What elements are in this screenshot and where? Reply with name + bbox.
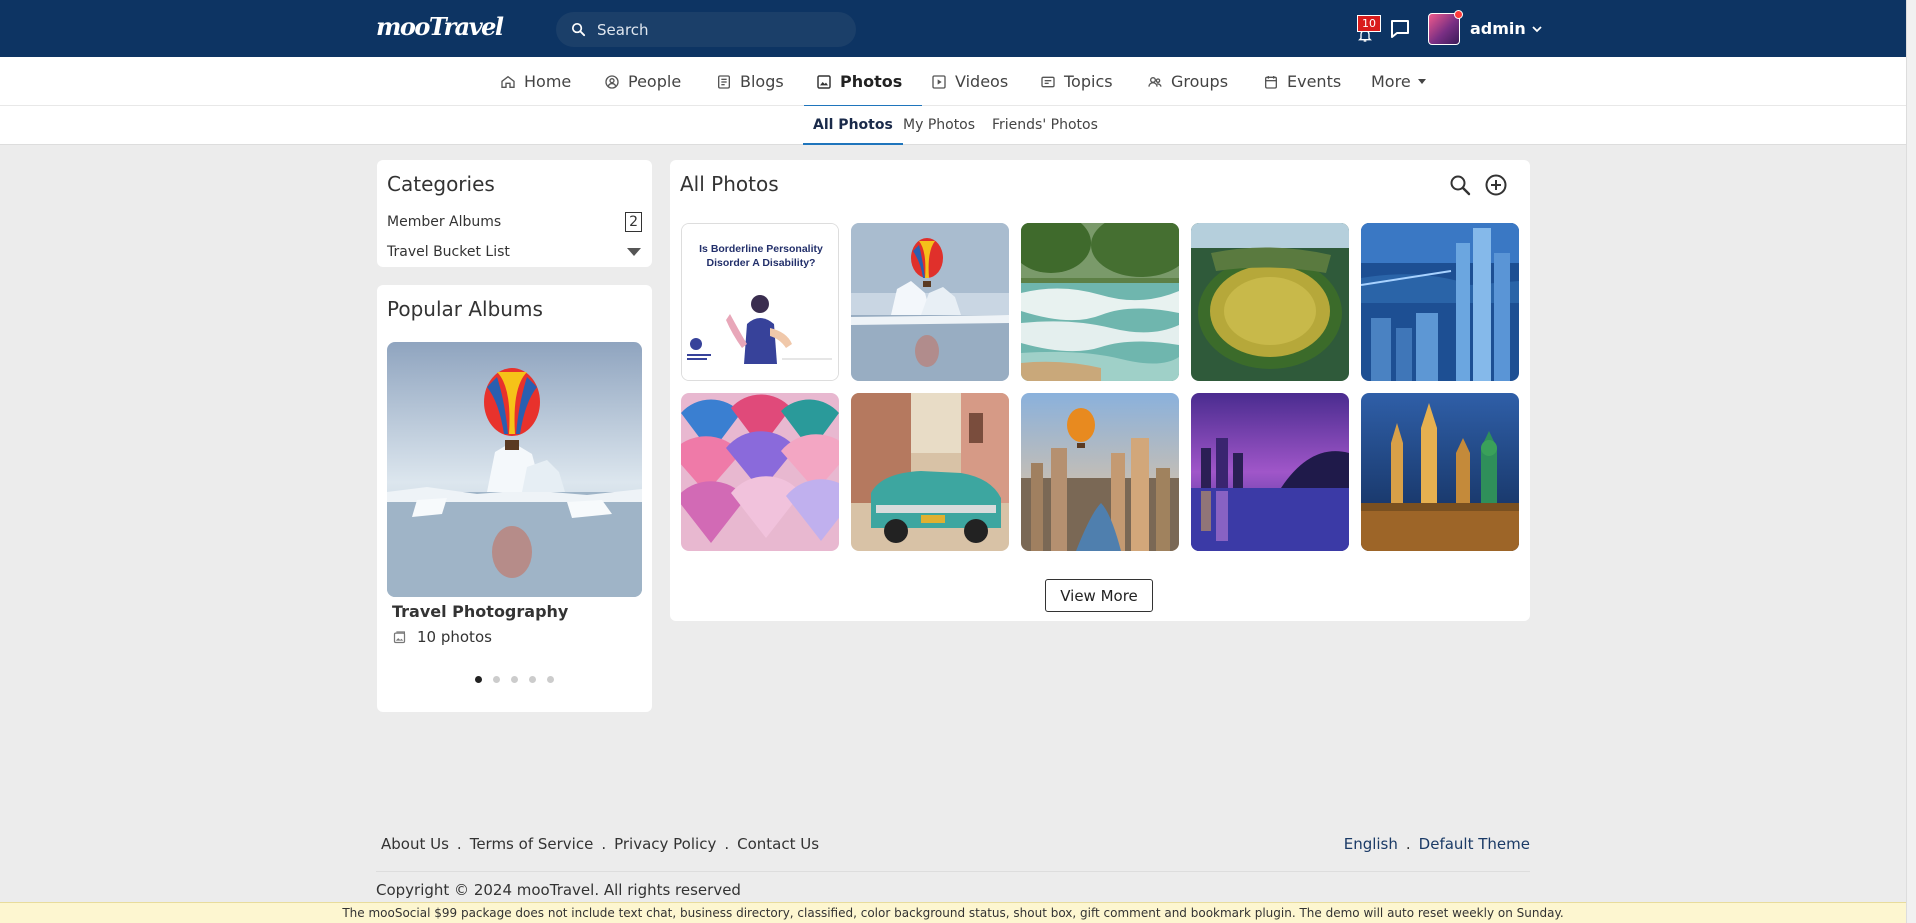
search-input[interactable] (597, 20, 837, 39)
photo-thumbnail[interactable] (1191, 223, 1349, 381)
nav-label: More (1371, 72, 1411, 91)
home-icon (501, 75, 515, 88)
nav-label: Topics (1064, 72, 1113, 91)
avatar[interactable] (1428, 9, 1463, 45)
notifications-button[interactable]: 10 (1352, 14, 1381, 44)
site-logo[interactable]: mooTravel (376, 12, 504, 41)
photo-thumbnail[interactable] (681, 393, 839, 551)
footer-link-about[interactable]: About Us (381, 835, 449, 853)
photos-icon (393, 630, 406, 643)
album-photo-count: 10 photos (392, 628, 492, 646)
search-icon (571, 22, 586, 37)
footer-separator: . (1405, 835, 1411, 853)
people-icon (605, 74, 619, 89)
demo-notice-bar: The mooSocial $99 package does not inclu… (0, 902, 1906, 923)
add-photo-icon[interactable] (1484, 173, 1508, 197)
search-box[interactable] (556, 12, 856, 47)
nav-label: Groups (1171, 72, 1229, 91)
chat-icon[interactable] (1388, 17, 1412, 41)
sub-nav: All Photos My Photos Friends' Photos (0, 106, 1906, 145)
photo-thumbnail[interactable] (1021, 393, 1179, 551)
carousel-dots (377, 676, 652, 683)
album-name[interactable]: Travel Photography (392, 602, 568, 621)
nav-label: Photos (840, 72, 903, 91)
online-status-dot (1454, 9, 1463, 19)
page-scrollbar[interactable] (1906, 0, 1916, 923)
all-photos-title: All Photos (680, 172, 779, 196)
footer-separator: . (724, 835, 730, 853)
language-selector[interactable]: English (1344, 835, 1398, 853)
carousel-dot[interactable] (475, 676, 482, 683)
photo-thumbnail[interactable] (1021, 223, 1179, 381)
photo-thumbnail[interactable] (1191, 393, 1349, 551)
events-icon (1265, 75, 1277, 89)
videos-icon (932, 74, 946, 89)
photo-thumbnail[interactable]: Is Borderline Personality Disorder A Dis… (681, 223, 839, 381)
nav-groups[interactable]: Groups (1147, 57, 1228, 106)
nav-label: People (628, 72, 682, 91)
footer-link-privacy[interactable]: Privacy Policy (614, 835, 716, 853)
categories-panel: Categories Member Albums 2 Travel Bucket… (377, 160, 652, 267)
category-count: 2 (625, 212, 642, 232)
popular-albums-panel: Popular Albums Travel Photography 10 pho… (377, 285, 652, 712)
photo-thumbnail[interactable] (1361, 393, 1519, 551)
copyright-text: Copyright © 2024 mooTravel. All rights r… (376, 881, 741, 899)
nav-photos[interactable]: Photos (803, 57, 923, 107)
all-photos-panel: All Photos Is Borderline Personality Dis… (670, 160, 1530, 621)
nav-events[interactable]: Events (1263, 57, 1341, 106)
nav-label: Blogs (740, 72, 784, 91)
album-cover-image[interactable] (387, 342, 642, 597)
caret-down-icon[interactable] (627, 248, 641, 256)
nav-blogs[interactable]: Blogs (716, 57, 784, 106)
carousel-dot[interactable] (493, 676, 500, 683)
main-nav: Home People Blogs Photos Videos Topics G… (0, 57, 1906, 107)
nav-label: Videos (955, 72, 1009, 91)
view-more-button[interactable]: View More (1045, 579, 1153, 612)
photo-thumbnail[interactable] (1361, 223, 1519, 381)
user-menu-name[interactable]: admin (1470, 19, 1526, 38)
footer-links: About Us . Terms of Service . Privacy Po… (381, 835, 819, 853)
footer-separator: . (601, 835, 607, 853)
category-travel-bucket-list[interactable]: Travel Bucket List (387, 241, 642, 263)
top-bar: mooTravel 10 admin (0, 0, 1906, 57)
subnav-friends-photos[interactable]: Friends' Photos (992, 106, 1098, 144)
category-label: Member Albums (387, 214, 502, 230)
popular-albums-title: Popular Albums (387, 297, 543, 321)
photo-thumbnail[interactable] (851, 223, 1009, 381)
carousel-dot[interactable] (547, 676, 554, 683)
footer-link-contact[interactable]: Contact Us (737, 835, 819, 853)
nav-label: Home (524, 72, 572, 91)
nav-videos[interactable]: Videos (931, 57, 1008, 106)
nav-home[interactable]: Home (500, 57, 571, 106)
theme-selector[interactable]: Default Theme (1419, 835, 1530, 853)
groups-icon (1148, 76, 1162, 87)
nav-label: Events (1287, 72, 1342, 91)
photos-icon (817, 74, 831, 89)
category-label: Travel Bucket List (387, 244, 510, 260)
categories-title: Categories (387, 172, 495, 196)
nav-people[interactable]: People (604, 57, 681, 106)
category-member-albums[interactable]: Member Albums 2 (387, 211, 642, 233)
poster-line-1: Is Borderline Personality (699, 243, 823, 255)
footer-divider (376, 871, 1530, 872)
footer-link-terms[interactable]: Terms of Service (470, 835, 594, 853)
subnav-all-photos[interactable]: All Photos (803, 106, 903, 145)
notification-badge: 10 (1357, 14, 1381, 32)
footer-settings: English . Default Theme (1344, 835, 1530, 853)
search-icon[interactable] (1448, 173, 1472, 197)
carousel-dot[interactable] (529, 676, 536, 683)
blogs-icon (718, 74, 730, 89)
carousel-dot[interactable] (511, 676, 518, 683)
photo-thumbnail[interactable] (851, 393, 1009, 551)
album-count-label: 10 photos (417, 628, 492, 646)
nav-more[interactable]: More (1371, 57, 1426, 106)
chevron-down-icon[interactable] (1531, 23, 1543, 35)
topics-icon (1041, 76, 1055, 87)
poster-line-2: Disorder A Disability? (707, 257, 816, 269)
caret-down-icon (1417, 79, 1426, 84)
nav-topics[interactable]: Topics (1040, 57, 1113, 106)
subnav-my-photos[interactable]: My Photos (903, 106, 975, 144)
footer-separator: . (456, 835, 462, 853)
